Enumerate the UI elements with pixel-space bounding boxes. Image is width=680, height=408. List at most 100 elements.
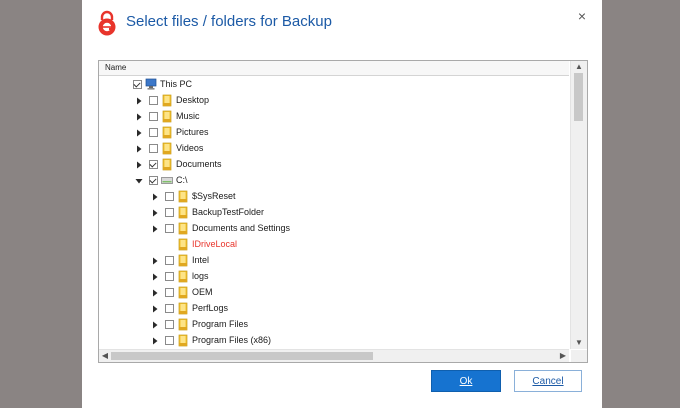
expand-arrow-icon[interactable] [151,273,159,281]
tree-row-label: Videos [176,143,204,153]
expand-arrow-icon[interactable] [135,97,143,105]
folder-icon [178,238,188,251]
horizontal-scroll-thumb[interactable] [111,352,373,360]
tree-row[interactable]: PerfLogs [99,301,569,317]
tree-row[interactable]: Music [99,109,569,125]
tree-row[interactable]: This PC [99,77,569,93]
expand-arrow-icon[interactable] [151,209,159,217]
expand-arrow-icon[interactable] [151,193,159,201]
tree-row-checkbox[interactable] [165,208,174,217]
tree-row[interactable]: logs [99,269,569,285]
expand-arrow-icon[interactable] [151,289,159,297]
scroll-right-icon[interactable]: ▶ [557,350,569,362]
tree-row-label: $SysReset [192,191,236,201]
vertical-scroll-thumb[interactable] [574,73,583,121]
close-icon[interactable]: × [574,8,590,24]
tree-row[interactable]: Videos [99,141,569,157]
folder-icon [178,270,188,283]
tree-row-label: Documents [176,159,222,169]
tree-row-label: Program Files [192,319,249,329]
expand-arrow-icon[interactable] [135,145,143,153]
column-header-name: Name [105,63,127,72]
folder-icon [178,206,188,219]
folder-icon [178,286,188,299]
scroll-down-icon[interactable]: ▼ [571,337,587,349]
tree-row-label: C:\ [176,175,188,185]
cancel-button[interactable]: Cancel [514,370,582,392]
expand-arrow-icon[interactable] [151,257,159,265]
tree-row[interactable]: IDriveLocal [99,237,569,253]
vertical-scrollbar[interactable]: ▲ ▼ [570,61,587,349]
tree-row-checkbox[interactable] [149,128,158,137]
expand-arrow-icon[interactable] [135,161,143,169]
tree-row-label: This PC [160,79,193,89]
tree-row-checkbox[interactable] [165,272,174,281]
tree-row-label: Pictures [176,127,209,137]
ok-button-label: Ok [459,376,473,387]
tree-row-label: PerfLogs [192,303,229,313]
folder-tree[interactable]: Name This PC Desktop Music Pictures Videos Do… [98,60,588,363]
tree-row[interactable]: C:\ [99,173,569,189]
tree-row-checkbox[interactable] [165,336,174,345]
folder-icon [178,190,188,203]
tree-row-checkbox[interactable] [149,144,158,153]
tree-row-checkbox[interactable] [149,96,158,105]
expand-arrow-icon[interactable] [151,225,159,233]
scroll-up-icon[interactable]: ▲ [571,61,587,73]
tree-row-checkbox[interactable] [149,112,158,121]
tree-row-checkbox[interactable] [165,192,174,201]
expand-arrow-icon[interactable] [151,305,159,313]
tree-row-checkbox[interactable] [165,224,174,233]
tree-row-checkbox[interactable] [149,176,158,185]
tree-row[interactable]: Desktop [99,93,569,109]
tree-row[interactable]: OEM [99,285,569,301]
collapse-arrow-icon[interactable] [135,177,143,185]
tree-row-label: Intel [192,255,210,265]
tree-row-checkbox[interactable] [165,320,174,329]
tree-row[interactable]: $SysReset [99,189,569,205]
tree-row-label: Documents and Settings [192,223,291,233]
tree-row-label: IDriveLocal [192,239,238,249]
expand-arrow-icon[interactable] [151,321,159,329]
horizontal-scrollbar[interactable]: ◀ ▶ [99,349,569,362]
dialog-titlebar: Select files / folders for Backup × [82,0,602,46]
folder-icon [178,222,188,235]
tree-row-label: logs [192,271,209,281]
folder-icon [162,110,172,123]
folder-icon [162,142,172,155]
tree-row[interactable]: BackupTestFolder [99,205,569,221]
tree-row[interactable]: Documents [99,157,569,173]
drive-icon [161,177,173,184]
expand-arrow-icon[interactable] [135,113,143,121]
tree-row[interactable]: Program Files [99,317,569,333]
folder-icon [178,302,188,315]
ok-button[interactable]: Ok [431,370,501,392]
folder-icon [162,126,172,139]
cancel-button-label: Cancel [532,376,564,387]
tree-row-label: Program Files (x86) [192,335,272,345]
scrollbar-corner [571,350,587,362]
folder-icon [178,254,188,267]
expand-arrow-icon[interactable] [135,129,143,137]
backup-selection-dialog: Select files / folders for Backup × Name… [82,0,602,408]
folder-icon [162,94,172,107]
tree-row-checkbox[interactable] [165,304,174,313]
tree-row-checkbox[interactable] [165,256,174,265]
expand-arrow-icon[interactable] [151,337,159,345]
tree-row-label: BackupTestFolder [192,207,265,217]
tree-row-checkbox[interactable] [149,160,158,169]
folder-icon [162,158,172,171]
idrive-logo-icon [98,10,116,36]
tree-column-header[interactable]: Name [99,61,569,76]
tree-row-label: Desktop [176,95,210,105]
tree-row-checkbox[interactable] [133,80,142,89]
tree-row[interactable]: Documents and Settings [99,221,569,237]
dialog-title: Select files / folders for Backup [126,13,332,30]
tree-row[interactable]: Program Files (x86) [99,333,569,349]
tree-row[interactable]: Pictures [99,125,569,141]
tree-row[interactable]: Intel [99,253,569,269]
tree-rows: This PC Desktop Music Pictures Videos Documen… [99,77,569,349]
scroll-left-icon[interactable]: ◀ [99,350,111,362]
folder-icon [178,334,188,347]
tree-row-checkbox[interactable] [165,288,174,297]
